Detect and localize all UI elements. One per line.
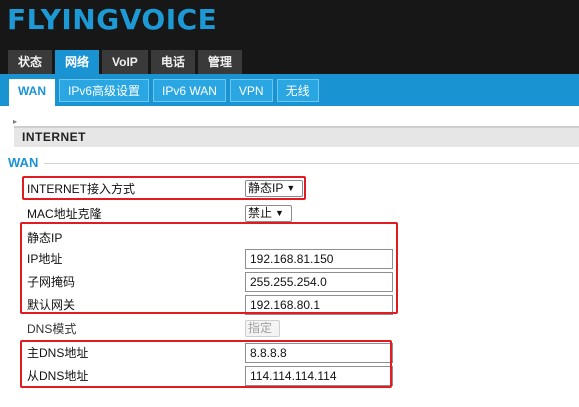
primary-dns-label: 主DNS地址 [27,346,89,360]
dns-mode-label: DNS模式 [27,322,77,336]
section-title: INTERNET [14,126,579,147]
chevron-down-icon: ▼ [286,183,296,193]
connection-type-label: INTERNET接入方式 [27,182,136,196]
main-tab-status[interactable]: 状态 [8,50,53,74]
subnet-mask-input[interactable]: 255.255.254.0 [245,272,393,292]
mac-clone-label: MAC地址克隆 [27,207,102,221]
dns-mode-select: 指定 [245,320,280,337]
sub-tab-wan[interactable]: WAN [9,79,55,106]
content-area: ▸ INTERNET WAN INTERNET接入方式 静态IP ▼ MAC地址… [0,106,579,407]
corner-mark-icon: ▸ [13,117,18,126]
sub-tab-ipv6-advanced[interactable]: IPv6高级设置 [59,79,150,102]
ip-address-label: IP地址 [27,252,63,266]
primary-dns-input[interactable]: 8.8.8.8 [245,343,393,363]
sub-tab-ipv6-wan[interactable]: IPv6 WAN [153,79,226,102]
brand-logo: FLYINGVOICE [7,3,218,36]
wan-divider [44,163,579,164]
router-settings-page: FLYINGVOICE 状态 网络 VoIP 电话 管理 WAN IPv6高级设… [0,0,579,407]
main-tab-phone[interactable]: 电话 [150,50,195,74]
wan-legend: WAN [8,155,39,170]
secondary-dns-input[interactable]: 114.114.114.114 [245,366,393,386]
dns-mode-value: 指定 [248,321,273,335]
main-tab-network[interactable]: 网络 [55,50,100,74]
chevron-down-icon: ▼ [275,208,284,218]
main-tab-admin[interactable]: 管理 [197,50,242,74]
sub-tab-vpn[interactable]: VPN [229,79,273,102]
sub-nav: WAN IPv6高级设置 IPv6 WAN VPN 无线 [9,79,323,106]
top-header: FLYINGVOICE 状态 网络 VoIP 电话 管理 [0,0,579,74]
secondary-dns-label: 从DNS地址 [27,369,89,383]
gateway-label: 默认网关 [27,298,76,312]
subnet-mask-label: 子网掩码 [27,275,76,289]
main-nav: 状态 网络 VoIP 电话 管理 [8,50,245,74]
connection-type-select[interactable]: 静态IP ▼ [245,180,303,197]
mac-clone-value: 禁止 [248,206,273,220]
gateway-input[interactable]: 192.168.80.1 [245,295,393,315]
static-ip-heading: 静态IP [27,231,63,245]
sub-tab-wireless[interactable]: 无线 [276,79,319,102]
main-tab-voip[interactable]: VoIP [102,50,148,74]
ip-address-input[interactable]: 192.168.81.150 [245,249,393,269]
connection-type-value: 静态IP [248,181,284,195]
mac-clone-select[interactable]: 禁止 ▼ [245,205,292,222]
